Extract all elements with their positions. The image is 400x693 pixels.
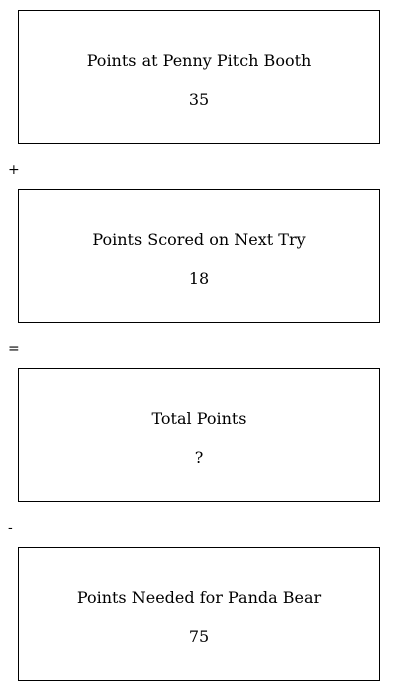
box-panda-bear-points: Points Needed for Panda Bear 75 <box>18 547 380 681</box>
box-value: 35 <box>188 90 210 109</box>
box-label: Total Points <box>151 409 247 428</box>
box-next-try-points: Points Scored on Next Try 18 <box>18 189 380 323</box>
box-label: Points at Penny Pitch Booth <box>86 51 312 70</box>
box-value: 18 <box>188 269 210 288</box>
box-total-points: Total Points ? <box>18 368 380 502</box>
plus-operator: + <box>8 162 20 178</box>
box-label: Points Needed for Panda Bear <box>76 588 322 607</box>
box-value: ? <box>194 448 204 467</box>
box-penny-pitch-points: Points at Penny Pitch Booth 35 <box>18 10 380 144</box>
box-label: Points Scored on Next Try <box>92 230 306 249</box>
equals-operator: = <box>8 341 20 357</box>
box-value: 75 <box>188 627 210 646</box>
minus-operator: - <box>8 520 13 536</box>
